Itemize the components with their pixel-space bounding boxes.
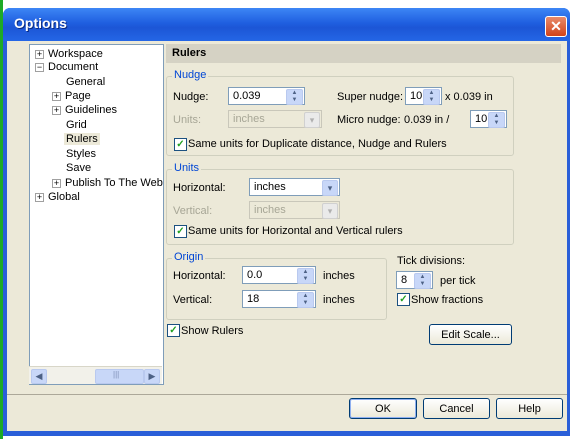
scroll-grip-icon: ||| [113, 370, 120, 379]
nudge-label: Nudge: [173, 91, 209, 103]
super-nudge-label: Super nudge: [337, 91, 404, 103]
same-units-duplicate-checkbox[interactable]: ✓ [174, 138, 187, 151]
horizontal-units-dropdown[interactable]: inches ▾ [249, 178, 340, 196]
nudge-units-dropdown[interactable]: inches ▾ [228, 110, 322, 128]
check-icon: ✓ [176, 226, 185, 237]
chevron-down-icon[interactable]: ▾ [322, 180, 338, 196]
collapse-icon[interactable]: − [35, 63, 44, 72]
scroll-right-icon[interactable]: ▶ [144, 369, 160, 384]
tree-item-general[interactable]: General [66, 76, 105, 88]
expand-icon[interactable]: + [52, 106, 61, 115]
close-icon: ✕ [550, 18, 562, 34]
tree-item-save[interactable]: Save [66, 162, 91, 174]
spinner-icon[interactable]: ▲ ▼ [423, 89, 440, 105]
bottom-divider [7, 394, 567, 395]
tick-divisions-input[interactable]: 8 ▲ ▼ [396, 271, 433, 289]
ok-button[interactable]: OK [349, 398, 417, 419]
check-icon: ✓ [169, 325, 178, 336]
spinner-icon[interactable]: ▲ ▼ [286, 89, 303, 105]
micro-nudge-input[interactable]: 10 ▲ ▼ [470, 110, 507, 128]
check-icon: ✓ [399, 294, 408, 305]
panel-title: Rulers [172, 47, 207, 59]
show-rulers-checkbox[interactable]: ✓ [167, 324, 180, 337]
spinner-icon[interactable]: ▲ ▼ [414, 273, 431, 289]
expand-icon[interactable]: + [52, 179, 61, 188]
expand-icon[interactable]: + [52, 92, 61, 101]
vertical-units-dropdown[interactable]: inches ▾ [249, 201, 340, 219]
same-units-duplicate-label: Same units for Duplicate distance, Nudge… [188, 138, 447, 150]
expand-icon[interactable]: + [35, 50, 44, 59]
origin-horizontal-label: Horizontal: [173, 270, 226, 282]
nudge-group-title: Nudge [172, 69, 209, 81]
spinner-icon[interactable]: ▲ ▼ [488, 112, 505, 128]
units-horizontal-label: Horizontal: [173, 182, 226, 194]
tree-item-rulers[interactable]: Rulers [64, 133, 100, 145]
dialog-title: Options [14, 15, 67, 31]
cancel-button[interactable]: Cancel [423, 398, 490, 419]
origin-horizontal-unit: inches [323, 270, 355, 282]
nudge-input[interactable]: 0.039 ▲ ▼ [228, 87, 305, 105]
origin-vertical-label: Vertical: [173, 294, 213, 306]
same-units-rulers-checkbox[interactable]: ✓ [174, 225, 187, 238]
chevron-down-icon[interactable]: ▾ [322, 203, 338, 219]
origin-vertical-unit: inches [323, 294, 355, 306]
tree-horizontal-scrollbar[interactable]: ◀ ||| ▶ [29, 366, 162, 384]
scroll-thumb[interactable]: ||| [95, 369, 144, 384]
show-fractions-label: Show fractions [411, 294, 484, 306]
options-tree: + Workspace − Document General + Page + … [29, 44, 164, 385]
edit-scale-button[interactable]: Edit Scale... [429, 324, 512, 345]
chevron-down-icon[interactable]: ▾ [304, 112, 320, 128]
scroll-left-icon[interactable]: ◀ [31, 369, 47, 384]
spinner-icon[interactable]: ▲ ▼ [297, 292, 314, 308]
same-units-rulers-label: Same units for Horizontal and Vertical r… [188, 225, 403, 237]
origin-vertical-input[interactable]: 18 ▲ ▼ [242, 290, 316, 308]
close-button[interactable]: ✕ [545, 16, 567, 37]
units-label: Units: [173, 114, 202, 126]
tick-divisions-suffix: per tick [440, 275, 476, 287]
units-group-title: Units [172, 162, 202, 174]
panel-header [166, 44, 561, 63]
micro-nudge-prefix: 0.039 in / [404, 114, 450, 126]
micro-nudge-label: Micro nudge: [337, 114, 401, 126]
show-rulers-label: Show Rulers [181, 325, 244, 337]
help-button[interactable]: Help [496, 398, 563, 419]
tree-item-grid[interactable]: Grid [66, 119, 87, 131]
spinner-icon[interactable]: ▲ ▼ [297, 268, 314, 284]
super-nudge-suffix: x 0.039 in [445, 91, 493, 103]
expand-icon[interactable]: + [35, 193, 44, 202]
origin-group-title: Origin [172, 251, 206, 263]
check-icon: ✓ [176, 139, 185, 150]
origin-horizontal-input[interactable]: 0.0 ▲ ▼ [242, 266, 316, 284]
tree-item-styles[interactable]: Styles [66, 148, 96, 160]
units-vertical-label: Vertical: [173, 205, 213, 217]
super-nudge-input[interactable]: 10 ▲ ▼ [405, 87, 442, 105]
show-fractions-checkbox[interactable]: ✓ [397, 293, 410, 306]
tick-divisions-label: Tick divisions: [397, 255, 466, 267]
title-bar[interactable] [3, 8, 570, 41]
